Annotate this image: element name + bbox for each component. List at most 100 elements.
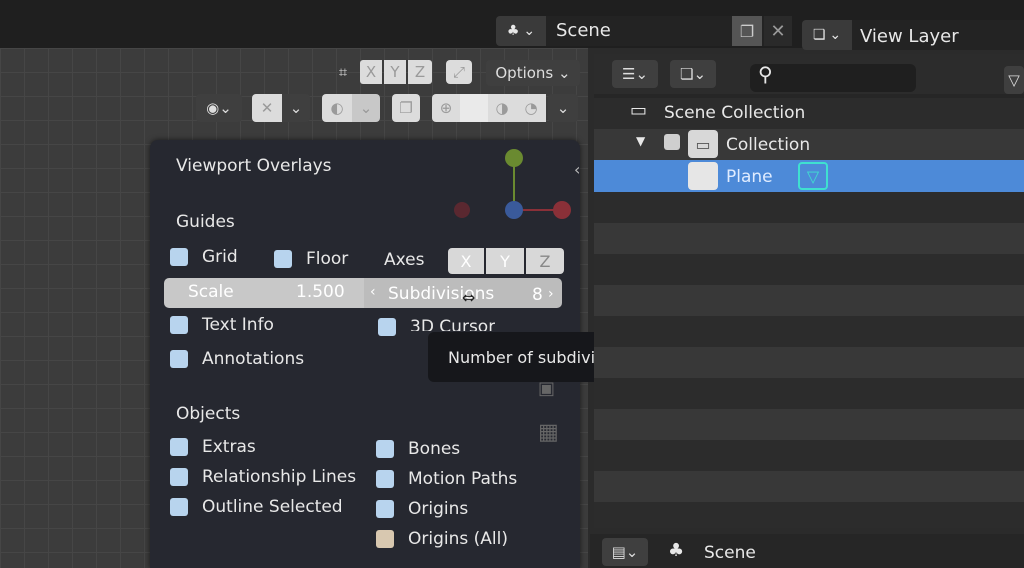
outliner-empty-row	[594, 285, 1024, 316]
3d-cursor-label: 3D Cursor	[410, 317, 496, 331]
grid-view-icon[interactable]: ▦	[538, 420, 559, 445]
scene-browse-button[interactable]: ♣ ⌄	[496, 16, 546, 46]
chevron-down-icon: ⌄	[556, 99, 570, 117]
axis-y-toggle[interactable]: Y	[384, 60, 406, 84]
scene-name[interactable]: Scene	[556, 20, 611, 41]
options-dropdown[interactable]: Options ⌄	[486, 60, 580, 86]
chevron-down-icon: ⌄	[359, 99, 373, 117]
origins-all-label: Origins (All)	[408, 529, 508, 549]
chevron-down-icon: ⌄	[635, 65, 649, 83]
relationship-lines-checkbox[interactable]	[170, 468, 188, 486]
scene-icon: ♣	[506, 23, 520, 39]
outliner-row-scene-collection[interactable]	[594, 98, 1024, 129]
mesh-data-icon[interactable]: ▽	[798, 162, 828, 190]
scale-label: Scale	[188, 282, 234, 302]
chevron-down-icon: ⌄	[625, 543, 639, 561]
annotations-checkbox[interactable]	[170, 350, 188, 368]
annotations-label: Annotations	[202, 349, 305, 369]
outline-selected-label: Outline Selected	[202, 497, 343, 517]
outliner-empty-row	[594, 316, 1024, 347]
gizmo-z-axis[interactable]	[505, 201, 523, 219]
chevron-down-icon: ⌄	[693, 65, 707, 83]
floor-checkbox[interactable]	[274, 250, 292, 268]
collection-label: Collection	[726, 135, 811, 155]
axes-z-toggle[interactable]: Z	[526, 248, 564, 274]
options-label: Options	[495, 64, 554, 82]
outliner-empty-row	[594, 254, 1024, 285]
mesh-object-icon	[688, 162, 718, 190]
origins-checkbox[interactable]	[376, 500, 394, 518]
text-info-label: Text Info	[202, 315, 274, 335]
collection-icon: ▭	[688, 130, 718, 158]
chevron-down-icon: ⌄	[829, 27, 842, 43]
outliner-empty-row	[594, 347, 1024, 378]
overlays-toggle[interactable]: ◐	[322, 94, 352, 122]
text-info-checkbox[interactable]	[170, 316, 188, 334]
gizmo-y-axis[interactable]	[505, 149, 523, 167]
bones-label: Bones	[408, 439, 461, 459]
material-shading-icon[interactable]: ◑	[488, 94, 516, 122]
outliner-empty-row	[594, 502, 1024, 528]
axis-z-toggle[interactable]: Z	[408, 60, 432, 84]
filter-icon: ❏	[679, 65, 694, 83]
grid-checkbox[interactable]	[170, 248, 188, 266]
editor-type-dropdown[interactable]: ▤ ⌄	[602, 538, 648, 566]
subdivisions-value: 8	[532, 285, 543, 305]
xray-toggle[interactable]: ❐	[392, 94, 420, 122]
collection-include-checkbox[interactable]	[664, 134, 680, 150]
scale-value: 1.500	[296, 282, 345, 302]
view-layer-browse-button[interactable]: ❏ ⌄	[802, 20, 852, 50]
view-layer-icon: ❏	[812, 27, 826, 43]
outliner-empty-row	[594, 378, 1024, 409]
eye-icon: ◉	[206, 99, 220, 117]
outliner-empty-row	[594, 223, 1024, 254]
overlays-dropdown[interactable]: ⌄	[352, 94, 380, 122]
gizmo-dropdown[interactable]: ⌄	[282, 94, 310, 122]
axes-y-toggle[interactable]: Y	[486, 248, 524, 274]
motion-paths-checkbox[interactable]	[376, 470, 394, 488]
transform-gizmo-icon[interactable]: ⌗	[330, 60, 356, 84]
axes-x-toggle[interactable]: X	[448, 248, 484, 274]
gizmo-neg-x-axis[interactable]	[454, 202, 470, 218]
outliner-icon: ☰	[621, 65, 636, 83]
chevron-down-icon: ⌄	[558, 64, 571, 82]
camera-icon[interactable]: ▣	[538, 378, 555, 399]
outliner-empty-row	[594, 471, 1024, 502]
rendered-shading-icon[interactable]: ◔	[516, 94, 546, 122]
gizmo-x-axis[interactable]	[553, 201, 571, 219]
copy-icon[interactable]: ❐	[732, 16, 762, 46]
search-icon: ⚲	[758, 62, 773, 86]
extras-checkbox[interactable]	[170, 438, 188, 456]
axes-label: Axes	[384, 250, 425, 270]
outliner-search-input[interactable]	[750, 64, 916, 92]
outliner-empty-row	[594, 192, 1024, 223]
shading-dropdown[interactable]: ⌄	[548, 94, 578, 122]
origins-all-checkbox[interactable]	[376, 530, 394, 548]
3d-cursor-checkbox[interactable]	[378, 318, 396, 336]
resize-cursor-icon: ⇔	[462, 288, 476, 307]
chevron-right-icon[interactable]: ›	[548, 286, 554, 302]
chevron-down-icon: ⌄	[219, 99, 232, 117]
wireframe-shading-icon[interactable]: ⊕	[432, 94, 460, 122]
outliner-empty-row	[594, 409, 1024, 440]
navigation-gizmo[interactable]	[450, 140, 580, 236]
guides-heading: Guides	[176, 212, 235, 232]
visibility-dropdown[interactable]: ◉ ⌄	[196, 94, 242, 122]
scene-collection-label: Scene Collection	[664, 103, 806, 123]
expand-triangle-icon[interactable]: ▼	[636, 134, 645, 148]
properties-scene-label: Scene	[704, 543, 756, 563]
funnel-icon[interactable]: ▽	[1004, 66, 1024, 94]
snap-icon[interactable]: ⤢	[446, 60, 472, 84]
view-layer-name[interactable]: View Layer	[860, 26, 959, 47]
filter-dropdown[interactable]: ❏ ⌄	[670, 60, 716, 88]
close-icon[interactable]: ✕	[764, 16, 792, 46]
scene-icon: ♣	[668, 540, 685, 561]
popover-title: Viewport Overlays	[176, 156, 332, 176]
bones-checkbox[interactable]	[376, 440, 394, 458]
chevron-left-icon[interactable]: ‹	[370, 284, 376, 300]
outline-selected-checkbox[interactable]	[170, 498, 188, 516]
axis-x-toggle[interactable]: X	[360, 60, 382, 84]
solid-shading-icon[interactable]	[460, 94, 488, 122]
display-mode-dropdown[interactable]: ☰ ⌄	[612, 60, 658, 88]
gizmo-toggle[interactable]: ✕	[252, 94, 282, 122]
